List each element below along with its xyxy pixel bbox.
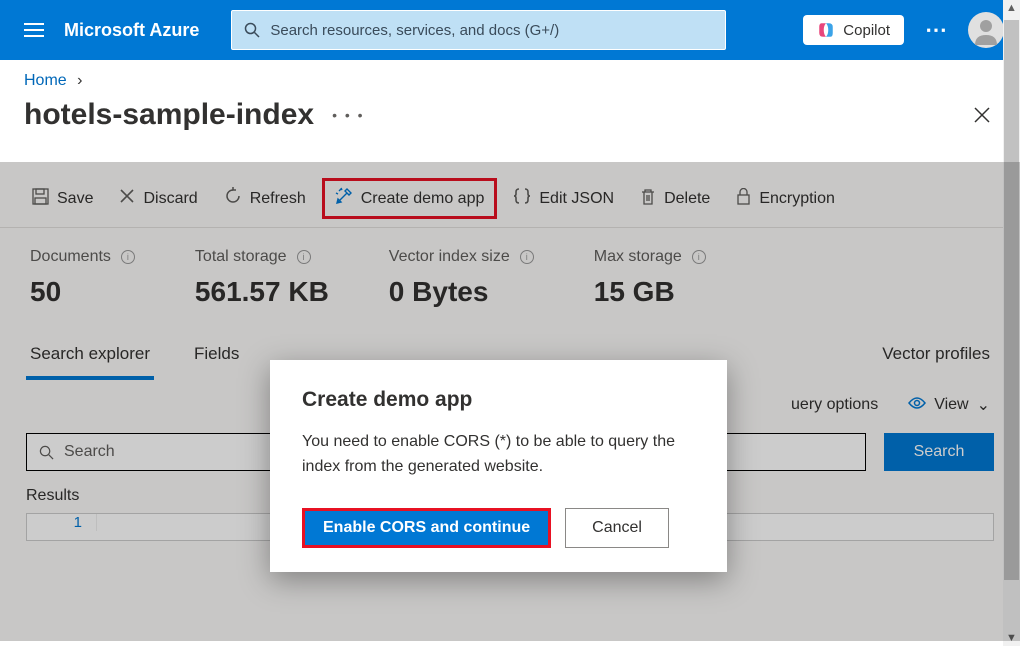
breadcrumb-home-link[interactable]: Home <box>24 72 67 89</box>
user-avatar[interactable] <box>968 12 1004 48</box>
copilot-icon <box>817 21 835 39</box>
create-demo-app-modal: Create demo app You need to enable CORS … <box>270 360 727 572</box>
modal-body: You need to enable CORS (*) to be able t… <box>302 430 695 480</box>
search-icon <box>244 22 260 38</box>
azure-top-bar: Microsoft Azure Search resources, servic… <box>0 0 1020 60</box>
page-title-bar: hotels-sample-index • • • <box>0 98 1020 162</box>
chevron-right-icon: › <box>77 72 82 89</box>
copilot-button[interactable]: Copilot <box>803 15 904 45</box>
search-placeholder: Search resources, services, and docs (G+… <box>270 22 559 39</box>
more-options-icon[interactable]: • • • <box>332 107 364 123</box>
brand-label[interactable]: Microsoft Azure <box>64 20 219 41</box>
global-search-input[interactable]: Search resources, services, and docs (G+… <box>231 10 726 50</box>
scroll-up-arrow-icon[interactable]: ▲ <box>1006 2 1017 14</box>
page-title: hotels-sample-index <box>24 98 314 132</box>
cancel-button[interactable]: Cancel <box>565 508 669 548</box>
modal-title: Create demo app <box>302 388 695 412</box>
more-menu-icon[interactable]: ⋯ <box>916 17 956 43</box>
hamburger-menu-icon[interactable] <box>16 12 52 48</box>
enable-cors-button[interactable]: Enable CORS and continue <box>302 508 551 548</box>
modal-button-row: Enable CORS and continue Cancel <box>302 508 695 548</box>
breadcrumb: Home › <box>0 60 1020 98</box>
close-blade-button[interactable] <box>968 101 996 129</box>
